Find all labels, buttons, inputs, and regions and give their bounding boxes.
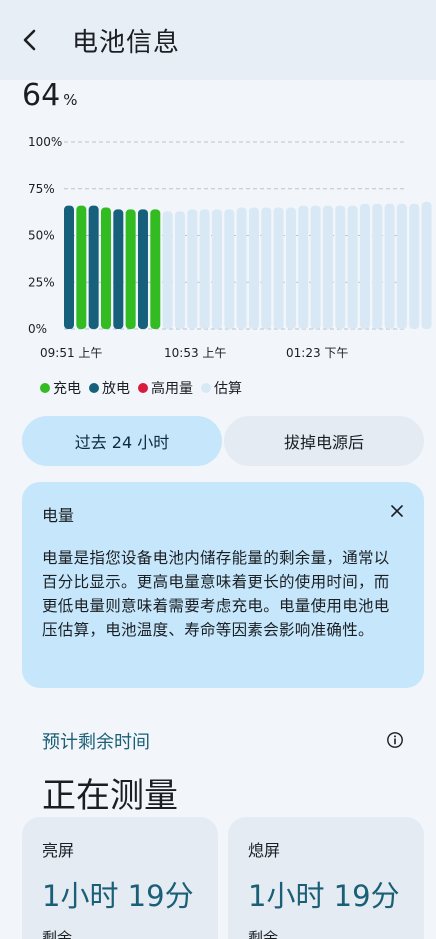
legend-item-estimate: 估算 bbox=[201, 378, 242, 398]
x-tick-label: 10:53 上午 bbox=[164, 346, 226, 360]
chart-bar bbox=[88, 205, 99, 329]
x-tick-label: 09:51 上午 bbox=[40, 346, 102, 360]
battery-level-unit: % bbox=[63, 91, 78, 109]
chart-bar bbox=[372, 203, 383, 329]
legend-label-estimate: 估算 bbox=[214, 381, 242, 397]
chart-bar bbox=[359, 203, 370, 329]
info-icon[interactable] bbox=[386, 731, 404, 749]
x-tick-label: 01:23 下午 bbox=[286, 346, 348, 360]
info-card-body: 电量是指您设备电池内储存能量的剩余量，通常以百分比显示。更高电量意味着更长的使用… bbox=[42, 549, 390, 639]
estimate-label: 预计剩余时间 bbox=[42, 732, 150, 753]
screen-off-label: 熄屏 bbox=[248, 841, 281, 860]
chart-legend: 充电 放电 高用量 估算 bbox=[40, 378, 242, 398]
chart-bar bbox=[261, 207, 272, 329]
chart-bar bbox=[298, 205, 309, 329]
screen-on-label: 亮屏 bbox=[42, 841, 75, 860]
chart-bar bbox=[125, 209, 136, 329]
screen-on-sub: 剩余 bbox=[42, 929, 73, 939]
chart-bar bbox=[224, 209, 235, 329]
legend-dot-estimate bbox=[201, 383, 211, 393]
chart-bar bbox=[100, 207, 111, 329]
close-icon[interactable] bbox=[390, 504, 404, 518]
screen-on-card: 亮屏 1小时 19分 剩余 bbox=[22, 817, 218, 939]
chart-bar bbox=[347, 205, 358, 329]
back-arrow-icon bbox=[23, 29, 36, 51]
y-tick-label: 0% bbox=[28, 322, 47, 336]
legend-dot-high-usage bbox=[138, 383, 148, 393]
legend-item-high-usage: 高用量 bbox=[138, 378, 193, 398]
screen-on-value: 1小时 19分 bbox=[42, 879, 194, 913]
estimate-value: 正在测量 bbox=[42, 776, 178, 816]
chart-bar bbox=[76, 205, 87, 329]
y-tick-label: 25% bbox=[28, 275, 55, 289]
chart-bar bbox=[162, 211, 173, 329]
chart-bar bbox=[409, 203, 420, 329]
chart-bar bbox=[236, 207, 247, 329]
legend-dot-discharging bbox=[89, 383, 99, 393]
y-tick-label: 75% bbox=[28, 182, 55, 196]
chart-bar bbox=[137, 209, 148, 329]
legend-label-discharging: 放电 bbox=[102, 381, 130, 397]
chart-bar bbox=[174, 211, 185, 329]
chart-bar bbox=[187, 209, 198, 329]
y-tick-label: 100% bbox=[28, 135, 62, 149]
chart-bar bbox=[248, 207, 259, 329]
chart-bar bbox=[310, 205, 321, 329]
back-button[interactable] bbox=[14, 24, 46, 56]
y-tick-label: 50% bbox=[28, 229, 55, 243]
chart-bar bbox=[396, 203, 407, 329]
chart-bar bbox=[211, 209, 222, 329]
screen-off-card: 熄屏 1小时 19分 剩余 bbox=[228, 817, 424, 939]
chart-bar bbox=[322, 205, 333, 329]
battery-chart: 100% 75% 50% 25% 0% 09:51 上午 10:53 上午 01:23 下午 bbox=[28, 135, 432, 360]
legend-item-charging: 充电 bbox=[40, 378, 81, 398]
battery-level: 64% bbox=[22, 78, 77, 113]
chart-bar bbox=[384, 203, 395, 329]
tab-past-24-hours[interactable]: 过去 24 小时 bbox=[22, 416, 222, 466]
app-header: 电池信息 bbox=[0, 0, 436, 80]
chart-bar bbox=[273, 207, 284, 329]
chart-bar bbox=[335, 205, 346, 329]
page-title: 电池信息 bbox=[72, 28, 181, 58]
tab-since-unplugged[interactable]: 拔掉电源后 bbox=[224, 416, 424, 466]
legend-label-high-usage: 高用量 bbox=[151, 381, 193, 397]
legend-item-discharging: 放电 bbox=[89, 378, 130, 398]
legend-label-charging: 充电 bbox=[53, 381, 81, 397]
chart-bar bbox=[150, 209, 161, 329]
battery-level-value: 64 bbox=[22, 78, 61, 113]
screen-off-value: 1小时 19分 bbox=[248, 879, 400, 913]
chart-bar bbox=[64, 205, 74, 329]
chart-bar bbox=[199, 209, 210, 329]
chart-bar bbox=[285, 207, 296, 329]
legend-dot-charging bbox=[40, 383, 50, 393]
info-card-title: 电量 bbox=[42, 506, 75, 525]
chart-bar bbox=[113, 209, 124, 329]
screen-off-sub: 剩余 bbox=[248, 929, 279, 939]
chart-bar bbox=[421, 201, 432, 329]
battery-level-info-card: 电量 电量是指您设备电池内储存能量的剩余量，通常以百分比显示。更高电量意味着更长… bbox=[22, 482, 424, 688]
